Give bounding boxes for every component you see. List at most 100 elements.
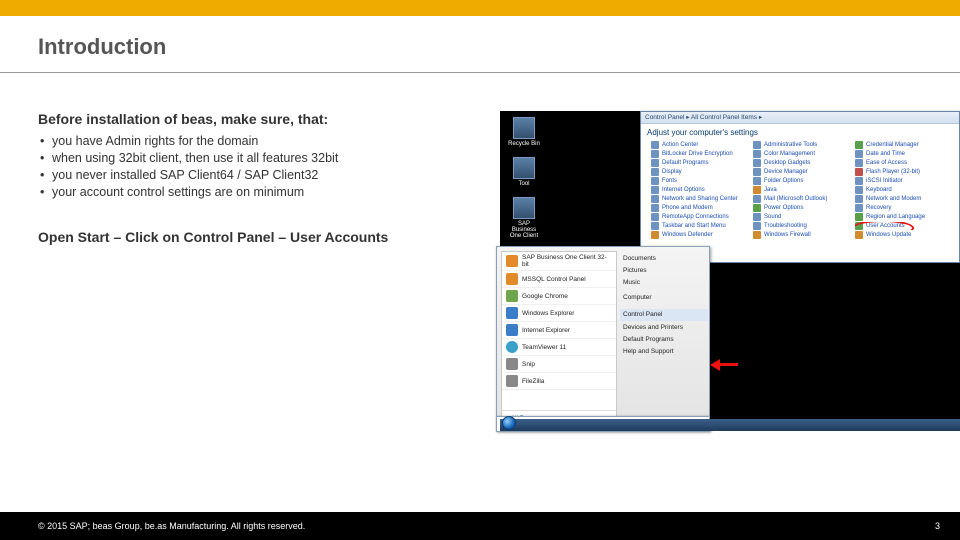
cp-item-icon (855, 177, 863, 185)
tool-icon (513, 157, 535, 179)
cp-item-icon (651, 186, 659, 194)
cp-item-power-options[interactable]: Power Options (753, 204, 851, 212)
cp-item-icon (753, 159, 761, 167)
start-menu-item[interactable]: FileZilla (502, 373, 616, 390)
cp-item-network-and-modem[interactable]: Network and Modem (855, 195, 953, 203)
cp-item-default-programs[interactable]: Default Programs (651, 159, 749, 167)
cp-item-keyboard[interactable]: Keyboard (855, 186, 953, 194)
separator (623, 304, 705, 308)
cp-item-desktop-gadgets[interactable]: Desktop Gadgets (753, 159, 851, 167)
cp-item-fonts[interactable]: Fonts (651, 177, 749, 185)
taskbar (500, 419, 960, 431)
cp-item-credential-manager[interactable]: Credential Manager (855, 141, 953, 149)
program-icon (506, 255, 518, 267)
cp-item-iscsi-initiator[interactable]: iSCSI Initiator (855, 177, 953, 185)
start-menu-item[interactable]: SAP Business One Client 32-bit (502, 252, 616, 271)
start-menu: SAP Business One Client 32-bitMSSQL Cont… (496, 246, 710, 431)
cp-item-user-accounts[interactable]: User Accounts (855, 222, 953, 230)
cp-item-display[interactable]: Display (651, 168, 749, 176)
start-place-pictures[interactable]: Pictures (623, 265, 705, 277)
start-menu-item[interactable]: TeamViewer 11 (502, 339, 616, 356)
cp-item-internet-options[interactable]: Internet Options (651, 186, 749, 194)
start-place-music[interactable]: Music (623, 277, 705, 289)
cp-item-recovery[interactable]: Recovery (855, 204, 953, 212)
cp-item-device-manager[interactable]: Device Manager (753, 168, 851, 176)
cp-item-sound[interactable]: Sound (753, 213, 851, 221)
start-place-devices-and-printers[interactable]: Devices and Printers (623, 322, 705, 334)
start-button-icon[interactable] (502, 416, 516, 430)
lead-paragraph: Before installation of beas, make sure, … (38, 111, 478, 127)
cp-item-troubleshooting[interactable]: Troubleshooting (753, 222, 851, 230)
cp-item-icon (855, 222, 863, 230)
recycle-bin-icon (513, 117, 535, 139)
copyright-text: © 2015 SAP; beas Group, be.as Manufactur… (38, 521, 305, 531)
page-number: 3 (935, 521, 940, 531)
start-menu-item[interactable]: Internet Explorer (502, 322, 616, 339)
cp-item-java[interactable]: Java (753, 186, 851, 194)
cp-item-windows-firewall[interactable]: Windows Firewall (753, 231, 851, 239)
cp-item-administrative-tools[interactable]: Administrative Tools (753, 141, 851, 149)
window-titlebar: Control Panel ▸ All Control Panel Items … (641, 112, 959, 124)
control-panel-window: Control Panel ▸ All Control Panel Items … (640, 111, 960, 263)
cp-item-icon (651, 168, 659, 176)
cp-item-mail-microsoft-outlook-[interactable]: Mail (Microsoft Outlook) (753, 195, 851, 203)
cp-item-icon (753, 222, 761, 230)
desktop-icon: Tool (506, 157, 542, 187)
cp-item-icon (753, 186, 761, 194)
cp-item-icon (855, 150, 863, 158)
cp-item-folder-options[interactable]: Folder Options (753, 177, 851, 185)
embedded-screenshot: Recycle Bin Tool SAP Business One Client… (500, 111, 960, 431)
program-icon (506, 290, 518, 302)
start-place-default-programs[interactable]: Default Programs (623, 334, 705, 346)
start-menu-places: DocumentsPicturesMusic Computer Control Pa… (617, 247, 709, 430)
cp-item-color-management[interactable]: Color Management (753, 150, 851, 158)
page-title: Introduction (38, 34, 922, 60)
cp-item-windows-defender[interactable]: Windows Defender (651, 231, 749, 239)
slide-content: Before installation of beas, make sure, … (0, 73, 960, 431)
program-icon (506, 307, 518, 319)
start-menu-item[interactable]: Windows Explorer (502, 305, 616, 322)
start-place-documents[interactable]: Documents (623, 253, 705, 265)
cp-item-flash-player-32-bit-[interactable]: Flash Player (32-bit) (855, 168, 953, 176)
cp-item-icon (855, 168, 863, 176)
cp-item-icon (753, 168, 761, 176)
cp-item-icon (855, 213, 863, 221)
desktop-icon: SAP Business One Client (506, 197, 542, 239)
cp-item-icon (753, 231, 761, 239)
start-menu-item[interactable]: Snip (502, 356, 616, 373)
cp-item-date-and-time[interactable]: Date and Time (855, 150, 953, 158)
cp-item-icon (753, 150, 761, 158)
cp-item-ease-of-access[interactable]: Ease of Access (855, 159, 953, 167)
start-place-control-panel[interactable]: Control Panel (620, 309, 708, 321)
cp-item-action-center[interactable]: Action Center (651, 141, 749, 149)
start-place-computer[interactable]: Computer (623, 292, 705, 304)
program-icon (506, 341, 518, 353)
instruction-line: Open Start – Click on Control Panel – Us… (38, 229, 478, 245)
start-menu-item[interactable]: MSSQL Control Panel (502, 271, 616, 288)
cp-item-bitlocker-drive-encryption[interactable]: BitLocker Drive Encryption (651, 150, 749, 158)
cp-item-icon (753, 195, 761, 203)
cp-heading: Adjust your computer's settings (641, 124, 959, 139)
start-menu-item[interactable]: Google Chrome (502, 288, 616, 305)
cp-item-phone-and-modem[interactable]: Phone and Modem (651, 204, 749, 212)
cp-item-taskbar-and-start-menu[interactable]: Taskbar and Start Menu (651, 222, 749, 230)
annotation-arrow-icon (710, 359, 740, 371)
list-item: your account control settings are on min… (38, 184, 478, 201)
cp-item-icon (651, 177, 659, 185)
brand-accent-bar (0, 0, 960, 16)
cp-item-icon (855, 159, 863, 167)
cp-item-network-and-sharing-center[interactable]: Network and Sharing Center (651, 195, 749, 203)
list-item: when using 32bit client, then use it all… (38, 150, 478, 167)
list-item: you have Admin rights for the domain (38, 133, 478, 150)
start-place-help-and-support[interactable]: Help and Support (623, 346, 705, 358)
cp-item-icon (651, 195, 659, 203)
program-icon (506, 375, 518, 387)
cp-item-windows-update[interactable]: Windows Update (855, 231, 953, 239)
cp-item-remoteapp-connections[interactable]: RemoteApp Connections (651, 213, 749, 221)
cp-item-icon (753, 177, 761, 185)
cp-item-icon (855, 141, 863, 149)
cp-item-icon (753, 213, 761, 221)
slide-footer: © 2015 SAP; beas Group, be.as Manufactur… (0, 512, 960, 540)
sap-client-icon (513, 197, 535, 219)
cp-item-region-and-language[interactable]: Region and Language (855, 213, 953, 221)
